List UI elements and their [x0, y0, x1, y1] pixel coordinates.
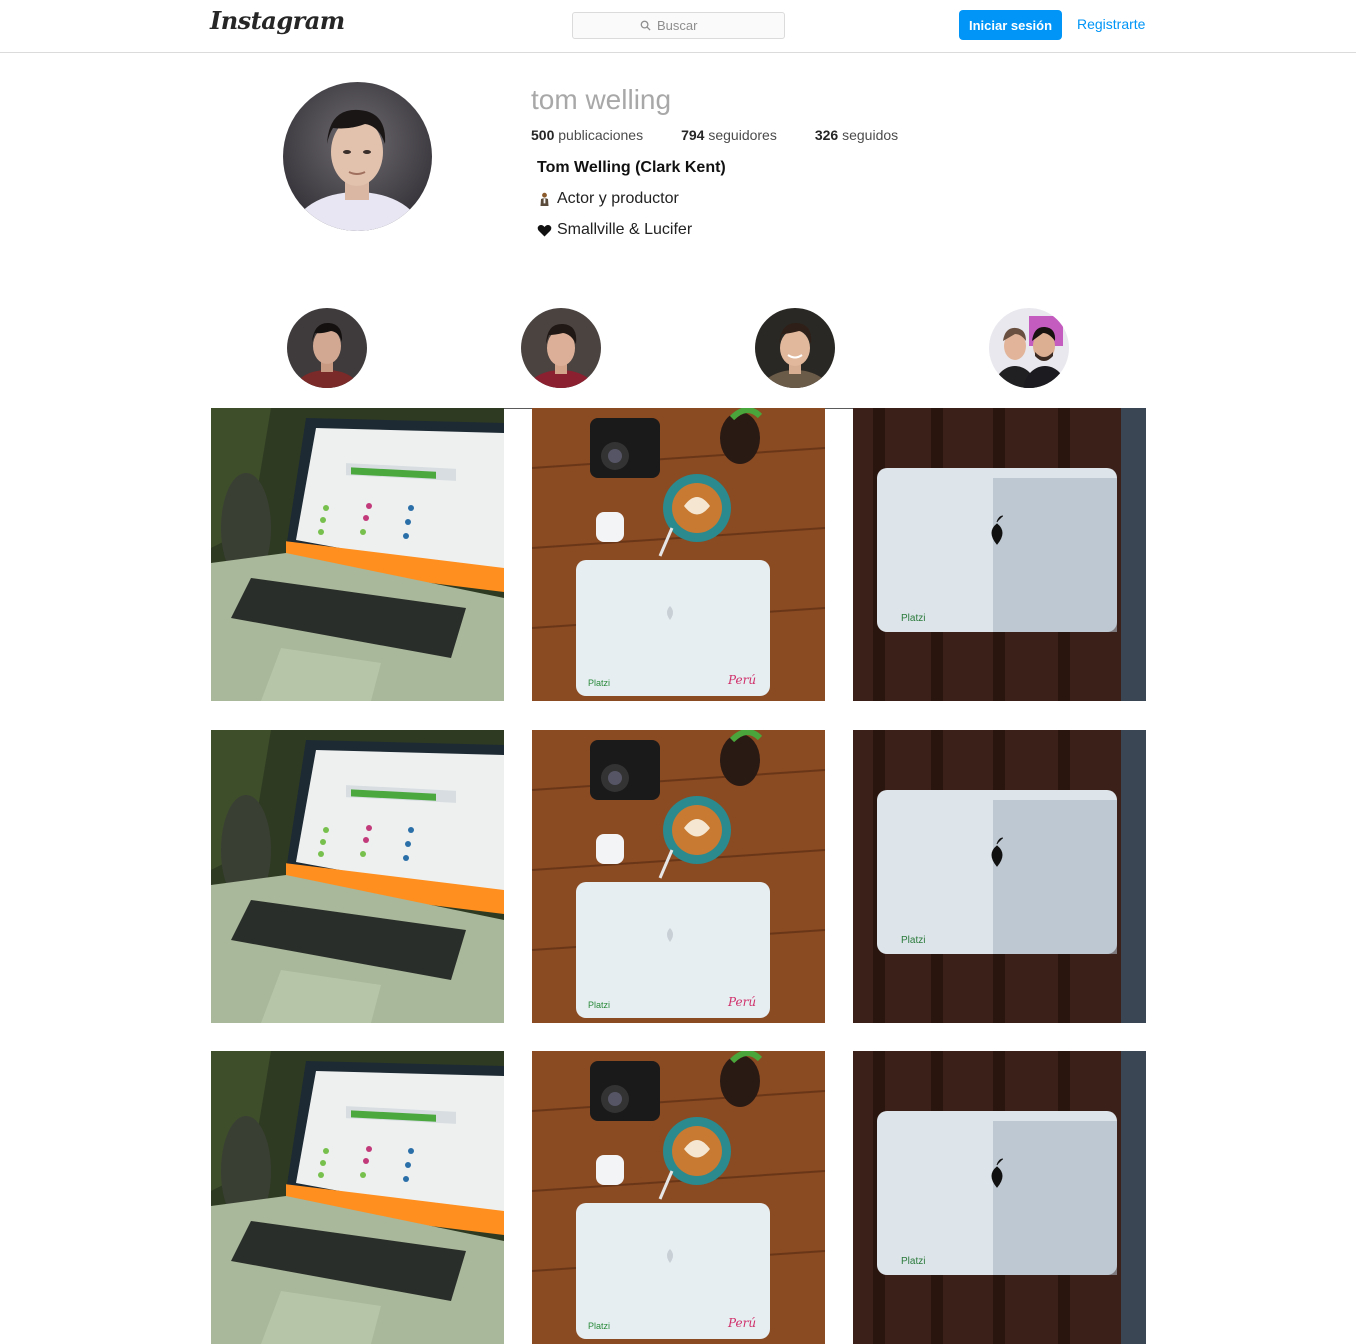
highlight-photo — [989, 308, 1069, 388]
post-2[interactable]: Platzi Perú — [532, 408, 825, 701]
profile-photo — [283, 82, 432, 231]
post-sticker-platzi: Platzi — [901, 1256, 925, 1267]
post-sticker-platzi: Platzi — [901, 935, 925, 946]
post-photo-laptop-lid: Platzi — [853, 1051, 1146, 1344]
post-photo-laptop-lid: Platzi — [853, 408, 1146, 701]
followers-label: seguidores — [708, 127, 777, 143]
instagram-logo[interactable]: Instagram — [210, 6, 345, 35]
following-count[interactable]: 326 seguidos — [815, 127, 898, 143]
post-photo-laptop-screen — [211, 730, 504, 1023]
following-number: 326 — [814, 127, 839, 143]
post-sticker-peru: Perú — [727, 673, 756, 687]
post-sticker-platzi: Platzi — [588, 678, 610, 688]
following-label: seguidos — [842, 127, 899, 143]
post-photo-laptop-screen — [211, 408, 504, 701]
highlight-photo — [287, 308, 367, 388]
bio-line-text: Smallville & Lucifer — [557, 221, 693, 238]
profile-stats: 500 publicaciones 794 seguidores 326 seg… — [531, 127, 936, 143]
posts-number: 500 — [531, 127, 555, 143]
login-button[interactable]: Iniciar sesión — [959, 10, 1062, 40]
post-3[interactable]: Platzi — [853, 408, 1146, 701]
heart-icon — [537, 224, 552, 236]
bio-line-occupation: Actor y productor — [537, 190, 679, 208]
search-icon — [640, 20, 651, 31]
post-7[interactable] — [211, 1051, 504, 1344]
post-6[interactable]: Platzi — [853, 730, 1146, 1023]
profile-avatar[interactable] — [283, 82, 432, 231]
post-sticker-peru: Perú — [727, 995, 756, 1009]
post-photo-laptop-coffee: Platzi Perú — [532, 408, 825, 701]
highlight-photo — [521, 308, 601, 388]
followers-count[interactable]: 794 seguidores — [681, 127, 777, 143]
story-highlight-1[interactable] — [287, 308, 367, 388]
top-navigation-bar: Instagram Iniciar sesión Registrarte — [0, 0, 1356, 53]
post-1[interactable] — [211, 408, 504, 701]
profile-username: tom welling — [531, 84, 672, 115]
signup-link[interactable]: Registrarte — [1077, 16, 1145, 32]
story-highlight-2[interactable] — [521, 308, 601, 388]
post-sticker-platzi: Platzi — [588, 1321, 610, 1331]
post-sticker-platzi: Platzi — [588, 1000, 610, 1010]
post-photo-laptop-lid: Platzi — [853, 730, 1146, 1023]
followers-number: 794 — [681, 127, 705, 143]
bio-line-shows: Smallville & Lucifer — [537, 221, 692, 239]
post-5[interactable]: Platzi Perú — [532, 730, 825, 1023]
posts-label: publicaciones — [558, 127, 644, 143]
person-icon — [540, 192, 549, 206]
story-highlight-3[interactable] — [755, 308, 835, 388]
post-photo-laptop-coffee: Platzi Perú — [532, 1051, 825, 1344]
post-4[interactable] — [211, 730, 504, 1023]
post-8[interactable]: Platzi Perú — [532, 1051, 825, 1344]
posts-count: 500 publicaciones — [531, 127, 643, 143]
search-box[interactable] — [572, 12, 785, 39]
post-sticker-platzi: Platzi — [901, 613, 925, 624]
highlight-photo — [755, 308, 835, 388]
search-input[interactable] — [657, 18, 717, 33]
post-9[interactable]: Platzi — [853, 1051, 1146, 1344]
bio-full-name: Tom Welling (Clark Kent) — [537, 159, 726, 176]
post-photo-laptop-coffee: Platzi Perú — [532, 730, 825, 1023]
story-highlight-4[interactable] — [989, 308, 1069, 388]
post-sticker-peru: Perú — [727, 1316, 756, 1330]
bio-line-text: Actor y productor — [557, 190, 679, 207]
post-photo-laptop-screen — [211, 1051, 504, 1344]
